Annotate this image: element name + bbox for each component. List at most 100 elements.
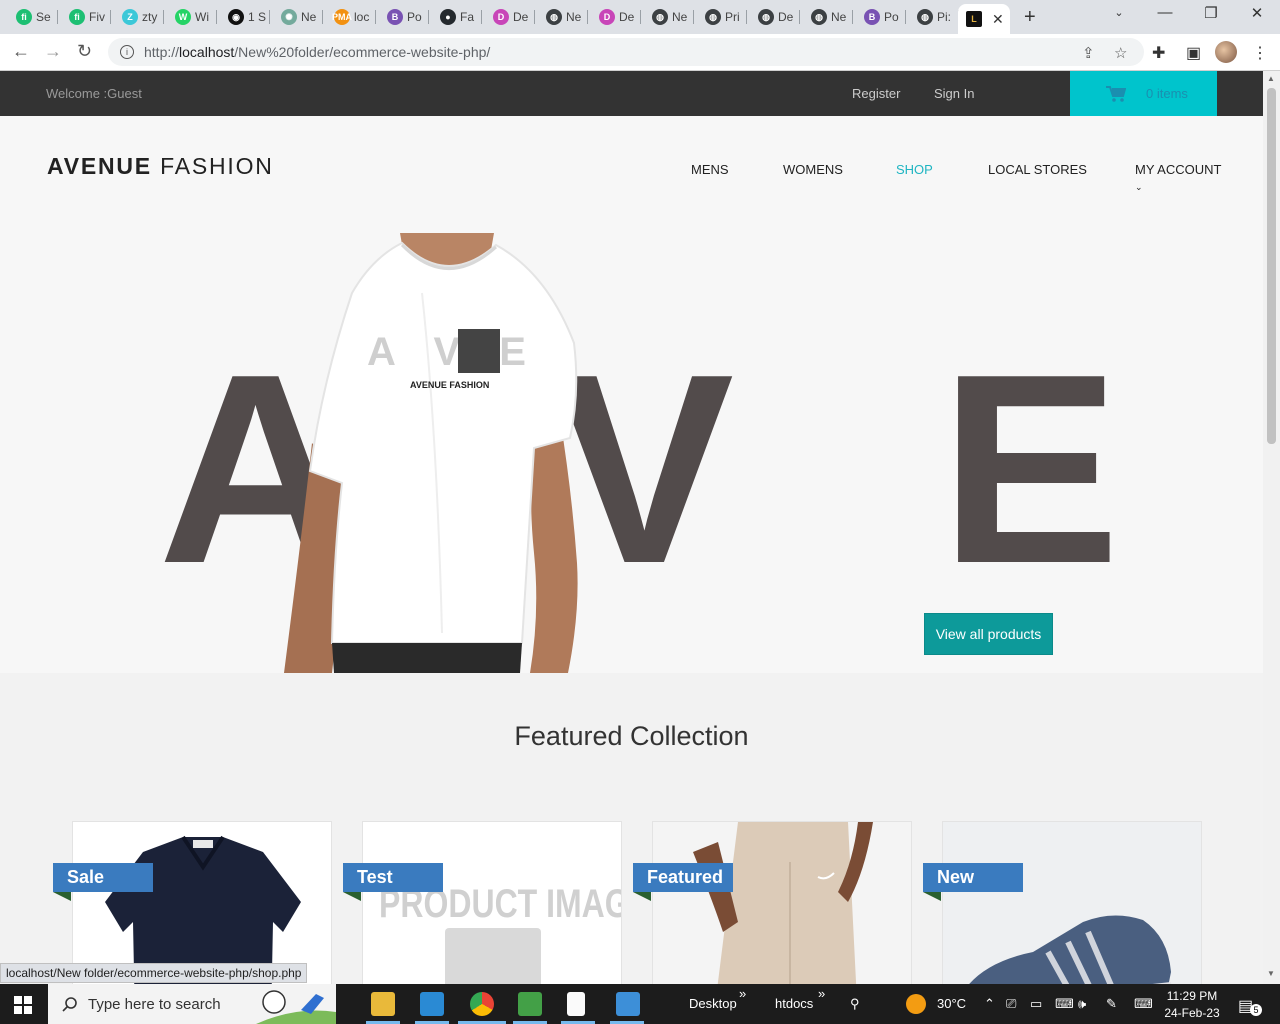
battery-icon[interactable]: ▭ — [1030, 996, 1042, 1012]
windows-start-icon[interactable] — [14, 996, 32, 1014]
nav-shop[interactable]: SHOP — [896, 162, 933, 177]
globe-icon: ◍ — [758, 9, 774, 25]
tab-title: Ne — [301, 10, 317, 24]
cart-button[interactable]: 0 items — [1070, 71, 1217, 116]
taskbar-search-placeholder[interactable]: Type here to search — [88, 996, 221, 1013]
restore-button[interactable]: ❐ — [1188, 4, 1234, 22]
file-explorer-icon[interactable] — [371, 992, 395, 1016]
htdocs-toolbar-label[interactable]: htdocs — [775, 996, 813, 1011]
address-bar[interactable]: i http://localhost/New%20folder/ecommerc… — [108, 38, 1144, 66]
scrollbar-thumb[interactable] — [1267, 88, 1276, 444]
page-scrollbar[interactable]: ▲ ▼ — [1263, 71, 1280, 984]
tab-title: Wi — [195, 10, 209, 24]
browser-tab[interactable]: ◍ Ne — [803, 4, 853, 30]
ribbon-fold — [343, 892, 361, 901]
browser-tab[interactable]: PMA loc — [326, 4, 376, 30]
xampp-icon[interactable] — [518, 992, 542, 1016]
browser-tab[interactable]: ◉ 1 S — [220, 4, 270, 30]
tab-title: Fiv — [89, 10, 105, 24]
volume-icon[interactable]: 🕪 — [1078, 996, 1086, 1012]
pen-icon[interactable]: ✎ — [1106, 996, 1117, 1012]
photos-icon[interactable] — [616, 992, 640, 1016]
scroll-down-arrow-icon[interactable]: ▼ — [1267, 969, 1275, 978]
browser-tab[interactable]: D De — [485, 4, 535, 30]
site-logo[interactable]: AVENUE FASHION — [47, 153, 274, 180]
keyboard-icon[interactable]: ⌨ — [1134, 996, 1153, 1012]
tab-title: zty — [142, 10, 158, 24]
browser-tab[interactable]: B Po — [379, 4, 429, 30]
browser-tab[interactable]: ◍ Pri — [697, 4, 747, 30]
meet-icon[interactable]: ⎚ — [1006, 996, 1016, 1012]
notification-count-badge: 5 — [1250, 1004, 1262, 1016]
tab-active[interactable]: L ✕ — [958, 4, 1010, 34]
back-button[interactable]: ← — [12, 41, 30, 62]
tab-title: 1 S — [248, 10, 266, 24]
weather-sun-icon[interactable] — [906, 994, 926, 1014]
badge-featured: Featured — [633, 863, 733, 892]
browser-tab[interactable]: fi Se — [8, 4, 58, 30]
browser-tab[interactable]: Zzty — [114, 4, 164, 30]
chevron-down-icon[interactable]: ⌄ — [1135, 182, 1143, 193]
site-logo-icon: L — [966, 11, 982, 27]
extensions-icon[interactable]: ✚ — [1152, 43, 1165, 63]
close-window-button[interactable]: ✕ — [1234, 4, 1280, 22]
browser-tab[interactable]: ◍ De — [750, 4, 800, 30]
taskbar-search[interactable]: Type here to search — [48, 984, 336, 1024]
forward-button[interactable]: → — [44, 41, 62, 62]
sign-in-link[interactable]: Sign In — [934, 86, 974, 101]
tab-search-icon[interactable]: ⌄ — [1096, 6, 1142, 19]
nav-mens[interactable]: MENS — [691, 162, 729, 177]
dribbble-icon: D — [493, 9, 509, 25]
browser-tab[interactable]: B Po — [856, 4, 906, 30]
bookmark-star-icon[interactable]: ☆ — [1114, 44, 1127, 62]
chrome-icon[interactable] — [470, 992, 494, 1016]
people-icon[interactable]: ⚲ — [850, 996, 860, 1012]
product-card[interactable]: PRODUCT IMAGE — [362, 821, 622, 984]
shirt-print-text: AVENUE FASHION — [410, 380, 489, 390]
site-info-icon[interactable]: i — [120, 45, 134, 59]
search-highlight-image — [256, 990, 336, 1024]
share-icon[interactable]: ⇪ — [1082, 44, 1095, 62]
new-tab-button[interactable]: + — [1024, 6, 1036, 29]
temperature-text[interactable]: 30°C — [937, 996, 966, 1011]
dribbble-icon: D — [599, 9, 615, 25]
browser-tab[interactable]: ✺ Ne — [273, 4, 323, 30]
system-clock[interactable]: 11:29 PM 24-Feb-23 — [1164, 988, 1220, 1022]
browser-tab[interactable]: ◍ Ne — [644, 4, 694, 30]
cart-count: 0 items — [1146, 86, 1188, 101]
side-panel-icon[interactable]: ▣ — [1186, 43, 1201, 63]
browser-tab[interactable]: ● Fa — [432, 4, 482, 30]
browser-tab[interactable]: D De — [591, 4, 641, 30]
view-all-products-button[interactable]: View all products — [924, 613, 1053, 655]
minimize-button[interactable]: — — [1142, 4, 1188, 21]
model-tshirt-image: A V E AVENUE FASHION — [284, 233, 578, 673]
menu-kebab-icon[interactable]: ⋮ — [1252, 43, 1268, 63]
browser-tab[interactable]: W Wi — [167, 4, 217, 30]
reload-button[interactable]: ↻ — [77, 41, 92, 62]
zety-icon: Z — [122, 9, 138, 25]
toolbar-expand-icon[interactable]: » — [818, 986, 825, 1001]
nav-womens[interactable]: WOMENS — [783, 162, 843, 177]
profile-avatar[interactable] — [1215, 41, 1237, 63]
badge-sale: Sale — [53, 863, 153, 892]
desktop-toolbar-label[interactable]: Desktop — [689, 996, 737, 1011]
url-text[interactable]: http://localhost/New%20folder/ecommerce-… — [144, 44, 490, 60]
close-tab-icon[interactable]: ✕ — [992, 11, 1004, 28]
tab-title: Pi: — [937, 10, 952, 24]
scroll-up-arrow-icon[interactable]: ▲ — [1267, 74, 1275, 83]
toolbar-expand-icon[interactable]: » — [739, 986, 746, 1001]
vscode-icon[interactable] — [420, 992, 444, 1016]
network-icon[interactable]: ⌨ — [1055, 996, 1074, 1012]
browser-tab[interactable]: ◍ Pi: — [909, 4, 959, 30]
product-card[interactable] — [72, 821, 332, 984]
product-card[interactable] — [942, 821, 1202, 984]
globe-icon: ◍ — [811, 9, 827, 25]
notepad-icon[interactable] — [567, 992, 585, 1016]
register-link[interactable]: Register — [852, 86, 900, 101]
product-card[interactable] — [652, 821, 912, 984]
nav-local-stores[interactable]: LOCAL STORES — [988, 162, 1087, 177]
browser-tab[interactable]: ◍ Ne — [538, 4, 588, 30]
nav-my-account[interactable]: MY ACCOUNT — [1135, 162, 1221, 177]
show-hidden-icons-icon[interactable]: ⌃ — [984, 996, 995, 1012]
browser-tab[interactable]: fi Fiv — [61, 4, 111, 30]
